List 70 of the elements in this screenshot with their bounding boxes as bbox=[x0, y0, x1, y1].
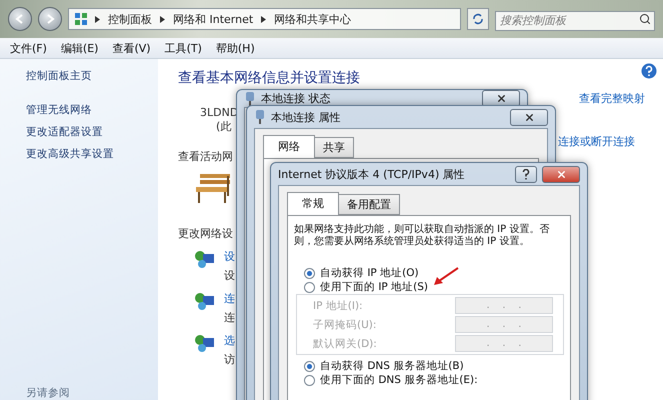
task-link[interactable]: 设 bbox=[224, 249, 235, 264]
computer-note: (此 bbox=[216, 119, 232, 134]
breadcrumb-item[interactable]: 控制面板 bbox=[108, 12, 152, 26]
tab[interactable]: 共享 bbox=[314, 137, 354, 158]
network-icon bbox=[194, 291, 216, 311]
radio-button[interactable] bbox=[304, 374, 315, 386]
network-icon bbox=[194, 249, 216, 269]
search-icon bbox=[639, 13, 651, 25]
menu-item[interactable]: 编辑(E) bbox=[60, 40, 98, 56]
help-icon[interactable] bbox=[641, 63, 657, 79]
sidebar-link[interactable]: 更改高级共享设置 bbox=[26, 147, 158, 161]
refresh-icon bbox=[472, 13, 484, 25]
chevron-right-icon bbox=[95, 16, 100, 22]
close-icon bbox=[496, 93, 506, 104]
task-description: 设 bbox=[224, 268, 235, 283]
sidebar-link[interactable]: 更改适配器设置 bbox=[26, 125, 158, 139]
menu-item[interactable]: 工具(T) bbox=[164, 40, 202, 56]
radio-button[interactable] bbox=[304, 360, 315, 372]
task-description: 访 bbox=[224, 352, 235, 367]
see-also-heading: 另请参阅 bbox=[26, 386, 71, 400]
chevron-right-icon bbox=[261, 16, 266, 22]
close-icon bbox=[524, 112, 534, 122]
menu-item[interactable]: 查看(V) bbox=[112, 40, 151, 56]
description-text: 如果网络支持此功能，则可以获取自动指派的 IP 设置。否则，您需要从网络系统管理员处获得适当的 IP 设置。 bbox=[294, 224, 550, 248]
tab[interactable]: 网络 bbox=[263, 135, 315, 158]
radio-label[interactable]: 自动获得 DNS 服务器地址(B) bbox=[320, 359, 464, 373]
dialog-title: 本地连接 属性 bbox=[271, 110, 342, 124]
dialog-title: 本地连接 状态 bbox=[261, 91, 332, 106]
tab[interactable]: 常规 bbox=[287, 192, 339, 215]
radio-label[interactable]: 使用下面的 DNS 服务器地址(E): bbox=[320, 373, 478, 387]
breadcrumb-item[interactable]: 网络和 Internet bbox=[173, 12, 254, 26]
task-description: 连 bbox=[224, 310, 235, 325]
task-link[interactable]: 连 bbox=[224, 291, 235, 306]
page-title: 查看基本网络信息并设置连接 bbox=[178, 70, 360, 87]
close-icon bbox=[556, 168, 566, 180]
address-bar[interactable]: 控制面板 网络和 Internet 网络和共享中心 bbox=[68, 8, 461, 30]
task-link[interactable]: 选 bbox=[224, 333, 235, 348]
menu-item[interactable]: 帮助(H) bbox=[216, 40, 255, 56]
sidebar-link[interactable]: 管理无线网络 bbox=[26, 103, 158, 117]
forward-button[interactable] bbox=[38, 7, 62, 31]
radio-button[interactable] bbox=[304, 282, 315, 292]
chevron-right-icon bbox=[160, 16, 165, 22]
close-button[interactable] bbox=[510, 108, 548, 126]
network-adapter-icon bbox=[244, 92, 256, 106]
search-field[interactable]: 搜索控制面板 bbox=[495, 11, 655, 31]
dialog-title: Internet 协议版本 4 (TCP/IPv4) 属性 bbox=[278, 166, 466, 182]
question-mark-icon bbox=[522, 168, 530, 180]
help-button[interactable] bbox=[515, 166, 537, 182]
sidebar-link[interactable]: 控制面板主页 bbox=[26, 69, 158, 83]
field-label: 子网掩码(U): bbox=[313, 318, 376, 332]
tab[interactable]: 备用配置 bbox=[338, 194, 400, 215]
network-adapter-icon bbox=[254, 110, 266, 124]
section-heading: 查看活动网 bbox=[178, 149, 233, 164]
map-link[interactable]: 查看完整映射 bbox=[579, 91, 645, 106]
bench-icon bbox=[194, 172, 232, 204]
section-heading: 更改网络设 bbox=[178, 226, 233, 241]
field-label: IP 地址(I): bbox=[313, 298, 363, 312]
refresh-button[interactable] bbox=[467, 8, 489, 30]
radio-label[interactable]: 使用下面的 IP 地址(S) bbox=[320, 280, 428, 294]
arrow-annotation bbox=[433, 267, 459, 287]
radio-button[interactable] bbox=[304, 268, 315, 278]
connect-link[interactable]: 连接或断开连接 bbox=[558, 134, 635, 149]
breadcrumb-item[interactable]: 网络和共享中心 bbox=[274, 12, 352, 26]
network-icon bbox=[194, 333, 216, 353]
control-panel-icon bbox=[75, 13, 87, 25]
menu-item[interactable]: 文件(F) bbox=[10, 40, 47, 56]
back-button[interactable] bbox=[8, 7, 32, 31]
radio-label[interactable]: 自动获得 IP 地址(O) bbox=[320, 266, 419, 280]
field-label: 默认网关(D): bbox=[313, 336, 377, 350]
close-button[interactable] bbox=[542, 166, 580, 182]
